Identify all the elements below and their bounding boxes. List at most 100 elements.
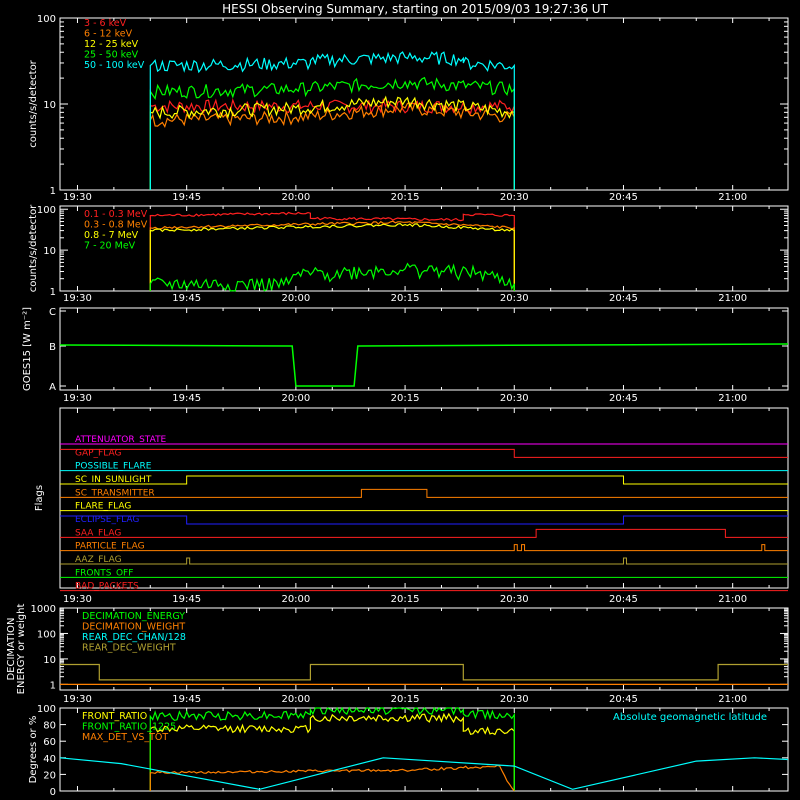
x-tick-label: 20:45 <box>609 192 638 203</box>
flag-label: PARTICLE_FLAG <box>75 542 145 552</box>
legend-entry: 25 - 50 keV <box>84 50 139 61</box>
y-tick-label: 100 <box>37 629 56 640</box>
x-tick-label: 19:45 <box>172 694 201 705</box>
flags-frame <box>59 407 789 589</box>
x-tick-label: 21:00 <box>718 594 747 605</box>
ratios-panel: Degrees or % 0 20 40 60 80 100 FRONT_RATIOFRONT… <box>28 704 789 798</box>
legend-entry: 7 - 20 MeV <box>84 241 136 252</box>
y-tick-label: 40 <box>43 754 56 765</box>
y-axis-label: Degrees or % <box>28 716 39 784</box>
x-tick-label: 20:00 <box>281 694 310 705</box>
flag-label: FRONTS_OFF <box>75 568 133 578</box>
x-tick-label: 21:00 <box>718 293 747 304</box>
flag-label: ECLIPSE_FLAG <box>75 515 139 525</box>
flags-panel: 19:30 19:45 20:00 20:15 20:30 20:45 21:00 Flags… <box>34 407 789 605</box>
x-tick-label: 21:00 <box>718 393 747 404</box>
x-tick-label: 19:30 <box>63 393 92 404</box>
y-tick-label: 10 <box>43 246 56 257</box>
x-tick-label: 20:30 <box>500 393 529 404</box>
y-axis-label: Flags <box>34 485 45 511</box>
y-tick-label: B <box>49 342 56 353</box>
x-tick-label: 19:45 <box>172 594 201 605</box>
x-tick-label: 19:45 <box>172 293 201 304</box>
legend-entry: 0.3 - 0.8 MeV <box>84 220 148 231</box>
flag-trace-sc-in-sunlight <box>60 475 788 485</box>
y-tick-label: 10 <box>43 100 56 111</box>
legend-entry: DECIMATION_WEIGHT <box>82 622 185 633</box>
flag-trace-aaz-flag <box>60 557 788 565</box>
legend-entry: FRONT_RATIO_1225 <box>82 722 176 733</box>
x-tick-label: 19:30 <box>63 694 92 705</box>
x-tick-label: 20:15 <box>391 293 420 304</box>
x-tick-label: 19:30 <box>63 293 92 304</box>
flag-label: BAD_PACKETS <box>75 582 139 592</box>
x-tick-label: 20:30 <box>500 293 529 304</box>
panels: 19:30 19:45 20:00 20:15 20:30 20:45 21:00 count… <box>6 14 789 798</box>
hessi-summary-plot: HESSI Observing Summary, starting on 201… <box>6 2 789 798</box>
flag-label: GAP_FLAG <box>75 448 121 458</box>
x-tick-label: 20:00 <box>281 293 310 304</box>
goes-panel: 19:30 19:45 20:00 20:15 20:30 20:45 21:00 GOES1… <box>22 307 789 404</box>
low-energy-rates-panel: 19:30 19:45 20:00 20:15 20:30 20:45 21:00 count… <box>28 14 789 203</box>
legend-entry: 0.1 - 0.3 MeV <box>84 209 148 220</box>
x-tick-label: 20:00 <box>281 594 310 605</box>
legend-entry: 3 - 6 keV <box>84 18 127 29</box>
x-tick-label: 20:45 <box>609 293 638 304</box>
legend-entry: DECIMATION_ENERGY <box>82 611 185 622</box>
flag-trace-particle-flag <box>60 544 788 552</box>
legend-entry: 50 - 100 keV <box>84 60 145 71</box>
high-energy-rates-panel: 19:30 19:45 20:00 20:15 20:30 20:45 21:00 count… <box>28 204 789 304</box>
legend-entry: MAX_DET_VS_TOT <box>82 732 168 743</box>
series-line-50-100-kev <box>149 51 515 190</box>
y-tick-label: C <box>49 307 56 318</box>
x-tick-label: 20:45 <box>609 594 638 605</box>
y-tick-label: 10 <box>43 655 56 666</box>
series-line-rear-dec-weight <box>60 663 788 681</box>
x-tick-label: 20:00 <box>281 393 310 404</box>
series-line-max-det-vs-tot <box>149 764 515 792</box>
legend-entry: 12 - 25 keV <box>84 39 139 50</box>
y-tick-label: 1 <box>50 287 56 298</box>
x-tick-label: 21:00 <box>718 192 747 203</box>
y-tick-label: 80 <box>43 721 56 732</box>
flag-label: ATTENUATOR_STATE <box>75 435 167 445</box>
x-tick-label: 19:45 <box>172 192 201 203</box>
flag-trace-saa-flag <box>60 528 788 538</box>
series-line-7-20-mev <box>149 262 515 292</box>
decimation-panel: 19:30 19:45 20:00 20:15 20:30 20:45 21:00 DECIM… <box>6 604 789 705</box>
legend-entry: FRONT_RATIO <box>82 711 147 722</box>
flag-label: SC_TRANSMITTER <box>75 488 155 498</box>
y-tick-label: 60 <box>43 737 56 748</box>
goes-frame <box>59 307 789 391</box>
y-axis-label: GOES15 [W m⁻²] <box>22 307 33 391</box>
x-tick-label: 19:30 <box>63 192 92 203</box>
x-tick-label: 20:45 <box>609 694 638 705</box>
y-tick-label: 1000 <box>31 604 56 615</box>
goes-trace <box>59 343 789 387</box>
x-tick-label: 20:30 <box>500 594 529 605</box>
x-tick-label: 20:15 <box>391 393 420 404</box>
legend-entry: 6 - 12 keV <box>84 29 133 40</box>
y-tick-label: 1 <box>50 186 56 197</box>
y-tick-label: 100 <box>37 704 56 715</box>
legend-entry: REAR_DEC_CHAN/128 <box>82 632 186 643</box>
y-tick-label: A <box>49 382 56 393</box>
y-tick-label: 100 <box>37 205 56 216</box>
y-axis-label: ENERGY or weight <box>16 604 27 695</box>
series-line-25-50-kev <box>149 76 515 190</box>
flag-trace-gap-flag <box>60 448 788 458</box>
flag-label: FLARE_FLAG <box>75 502 131 512</box>
x-tick-label: 20:45 <box>609 393 638 404</box>
flag-label: POSSIBLE_FLARE <box>75 462 152 472</box>
flag-label: AAZ_FLAG <box>75 555 122 565</box>
legend-entry: 0.8 - 7 MeV <box>84 230 139 241</box>
y-tick-label: 20 <box>43 770 56 781</box>
x-tick-label: 20:30 <box>500 192 529 203</box>
series-line-12-25-kev <box>149 95 515 190</box>
legend-entry: REAR_DEC_WEIGHT <box>82 643 176 654</box>
x-tick-label: 20:15 <box>391 694 420 705</box>
y-tick-label: 1 <box>50 680 56 691</box>
flag-label: SC_IN_SUNLIGHT <box>75 475 152 485</box>
flag-trace-eclipse-flag <box>60 515 788 525</box>
flag-label: SAA_FLAG <box>75 528 121 538</box>
